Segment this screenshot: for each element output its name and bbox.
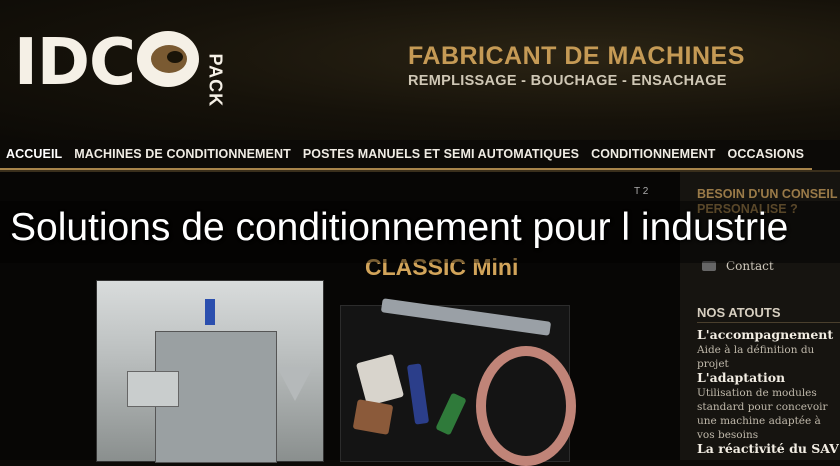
atout-title: L'adaptation bbox=[697, 370, 786, 385]
sachet-brown bbox=[352, 399, 394, 435]
logo-letters: IDC bbox=[14, 26, 136, 100]
machine-funnel bbox=[277, 367, 313, 401]
sachet-white bbox=[355, 353, 405, 407]
nav-underline bbox=[0, 168, 812, 170]
atouts-title: NOS ATOUTS bbox=[697, 305, 781, 320]
logo-subtext: PACK bbox=[205, 53, 226, 107]
atout-item: L'accompagnement Aide à la définition du… bbox=[697, 327, 840, 371]
nav-item-accueil[interactable]: ACCUEIL bbox=[0, 147, 68, 161]
page-caption: Solutions de conditionnement pour l indu… bbox=[10, 206, 789, 249]
machine-photo bbox=[96, 280, 324, 463]
idc-pack-logo[interactable]: IDC PACK bbox=[14, 26, 226, 107]
atout-desc: Utilisation de modules standard pour con… bbox=[697, 387, 828, 441]
sachets-photo bbox=[340, 298, 576, 466]
sachet-chain-spiral bbox=[476, 346, 576, 466]
atouts-divider bbox=[697, 322, 840, 323]
nav-item-machines[interactable]: MACHINES DE CONDITIONNEMENT bbox=[68, 147, 297, 161]
tagline-main: FABRICANT DE MACHINES bbox=[408, 42, 745, 70]
atout-item: L'adaptation Utilisation de modules stan… bbox=[697, 370, 840, 442]
logo-emblem-icon bbox=[136, 31, 199, 87]
sachet-blue bbox=[406, 363, 430, 425]
header-tagline: FABRICANT DE MACHINES REMPLISSAGE - BOUC… bbox=[408, 42, 745, 89]
atout-desc: Aide à la définition du projet bbox=[697, 344, 815, 370]
atout-item: La réactivité du SAV bbox=[697, 441, 840, 456]
nav-item-occasions[interactable]: OCCASIONS bbox=[722, 147, 811, 161]
sachet-green bbox=[435, 392, 467, 436]
slide-counter[interactable]: T 2 bbox=[634, 186, 648, 197]
machine-blue-part bbox=[205, 299, 215, 325]
machine-control-panel bbox=[127, 371, 179, 407]
nav-item-postes[interactable]: POSTES MANUELS ET SEMI AUTOMATIQUES bbox=[297, 147, 585, 161]
atout-title: L'accompagnement bbox=[697, 327, 834, 342]
nav-item-conditionnement[interactable]: CONDITIONNEMENT bbox=[585, 147, 721, 161]
tagline-sub: REMPLISSAGE - BOUCHAGE - ENSACHAGE bbox=[408, 73, 727, 89]
atout-title: La réactivité du SAV bbox=[697, 441, 839, 456]
